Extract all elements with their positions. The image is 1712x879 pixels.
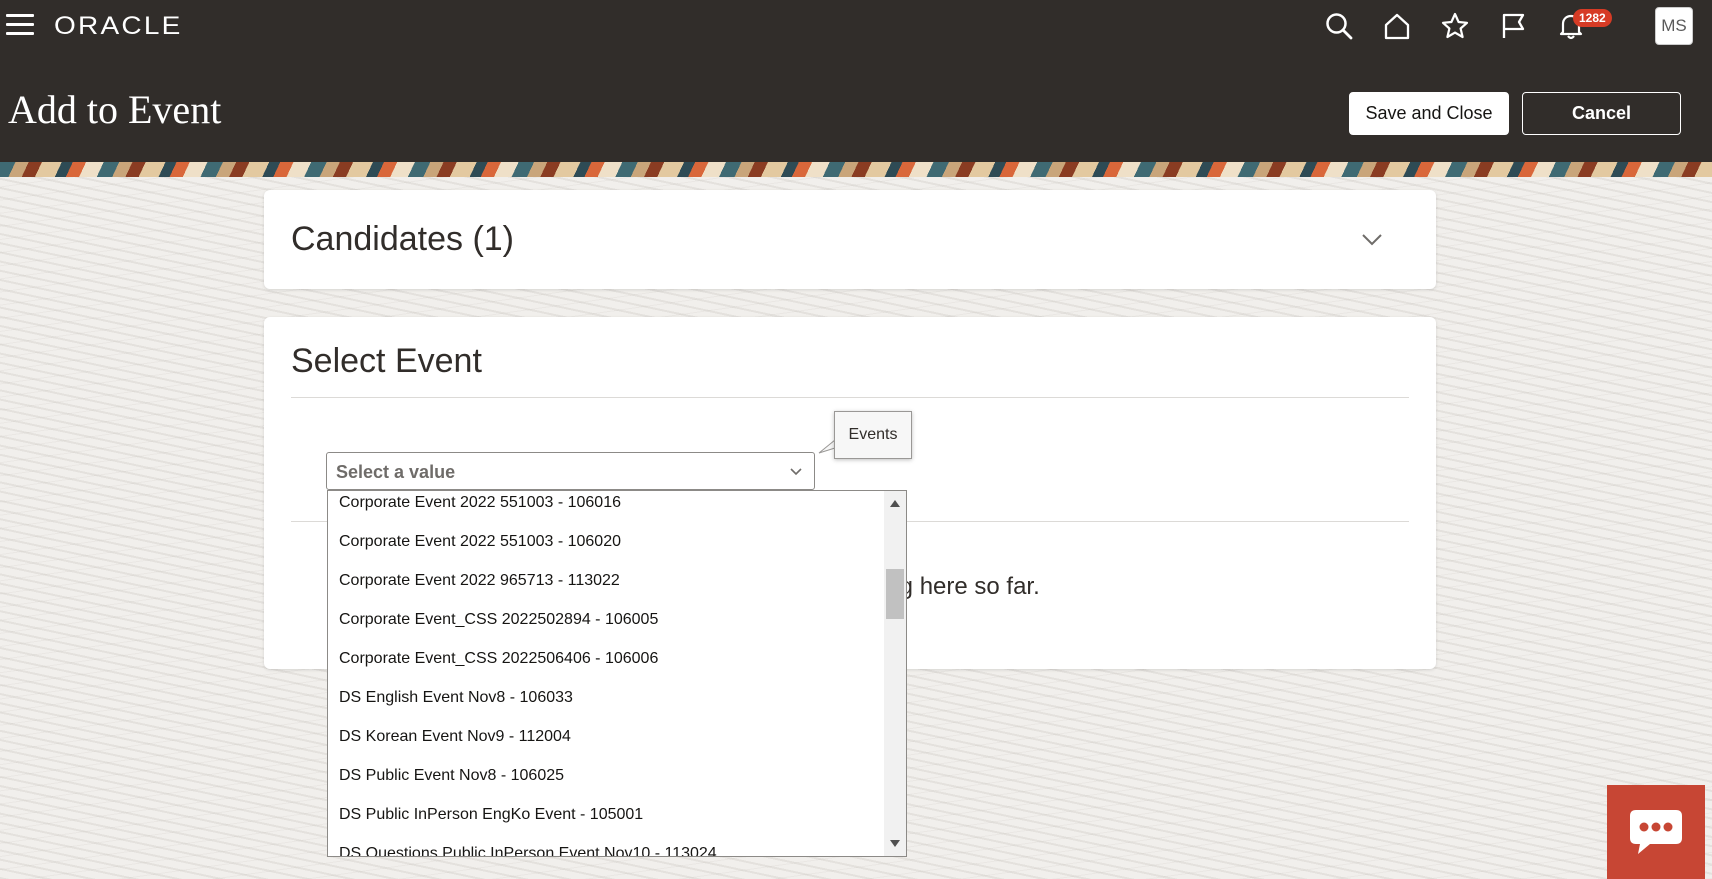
cancel-button[interactable]: Cancel: [1522, 92, 1681, 135]
user-avatar[interactable]: MS: [1655, 7, 1693, 45]
dropdown-scrollbar[interactable]: [884, 491, 906, 856]
search-icon[interactable]: [1321, 8, 1357, 44]
events-select[interactable]: Select a value: [326, 452, 815, 490]
scroll-down-arrow-icon[interactable]: [889, 838, 901, 848]
save-and-close-button[interactable]: Save and Close: [1349, 92, 1509, 135]
dropdown-option[interactable]: Corporate Event 2022 965713 - 113022: [328, 561, 885, 600]
select-event-title: Select Event: [291, 342, 482, 380]
dropdown-options: Corporate Event 2022 551003 - 106016 Cor…: [328, 491, 885, 856]
page-header: Add to Event Save and Close Cancel: [0, 52, 1712, 162]
chat-bubble-icon: [1630, 810, 1682, 854]
events-tooltip: Events: [834, 411, 912, 459]
oracle-logo[interactable]: ORACLE: [54, 12, 183, 41]
favorites-star-icon[interactable]: [1437, 8, 1473, 44]
global-header: ORACLE 1282 MS: [0, 0, 1712, 52]
dropdown-option[interactable]: DS Questions Public InPerson Event Nov10…: [328, 834, 885, 856]
chevron-down-icon[interactable]: [1358, 226, 1386, 254]
chat-assistant-button[interactable]: [1607, 785, 1705, 879]
select-placeholder: Select a value: [336, 462, 456, 482]
page-title: Add to Event: [8, 87, 222, 132]
decorative-banner: [0, 162, 1712, 177]
chevron-down-icon[interactable]: [788, 464, 804, 480]
dropdown-option[interactable]: DS English Event Nov8 - 106033: [328, 678, 885, 717]
dropdown-option[interactable]: Corporate Event_CSS 2022506406 - 106006: [328, 639, 885, 678]
section-divider: [291, 397, 1409, 398]
candidates-title: Candidates (1): [291, 220, 515, 258]
menu-icon[interactable]: [6, 14, 34, 36]
events-dropdown-list[interactable]: Corporate Event 2022 551003 - 106016 Cor…: [327, 490, 907, 857]
home-icon[interactable]: [1379, 8, 1415, 44]
dropdown-option[interactable]: Corporate Event 2022 551003 - 106020: [328, 522, 885, 561]
notification-count-badge: 1282: [1573, 9, 1612, 27]
dropdown-option[interactable]: DS Public Event Nov8 - 106025: [328, 756, 885, 795]
scroll-up-arrow-icon[interactable]: [889, 499, 901, 509]
dropdown-option[interactable]: DS Public InPerson EngKo Event - 105001: [328, 795, 885, 834]
candidates-card[interactable]: Candidates (1): [264, 190, 1436, 289]
dropdown-option[interactable]: Corporate Event_CSS 2022502894 - 106005: [328, 600, 885, 639]
dropdown-option[interactable]: Corporate Event 2022 551003 - 106016: [328, 491, 885, 522]
flag-icon[interactable]: [1495, 8, 1531, 44]
scrollbar-thumb[interactable]: [886, 569, 904, 619]
dropdown-option[interactable]: DS Korean Event Nov9 - 112004: [328, 717, 885, 756]
